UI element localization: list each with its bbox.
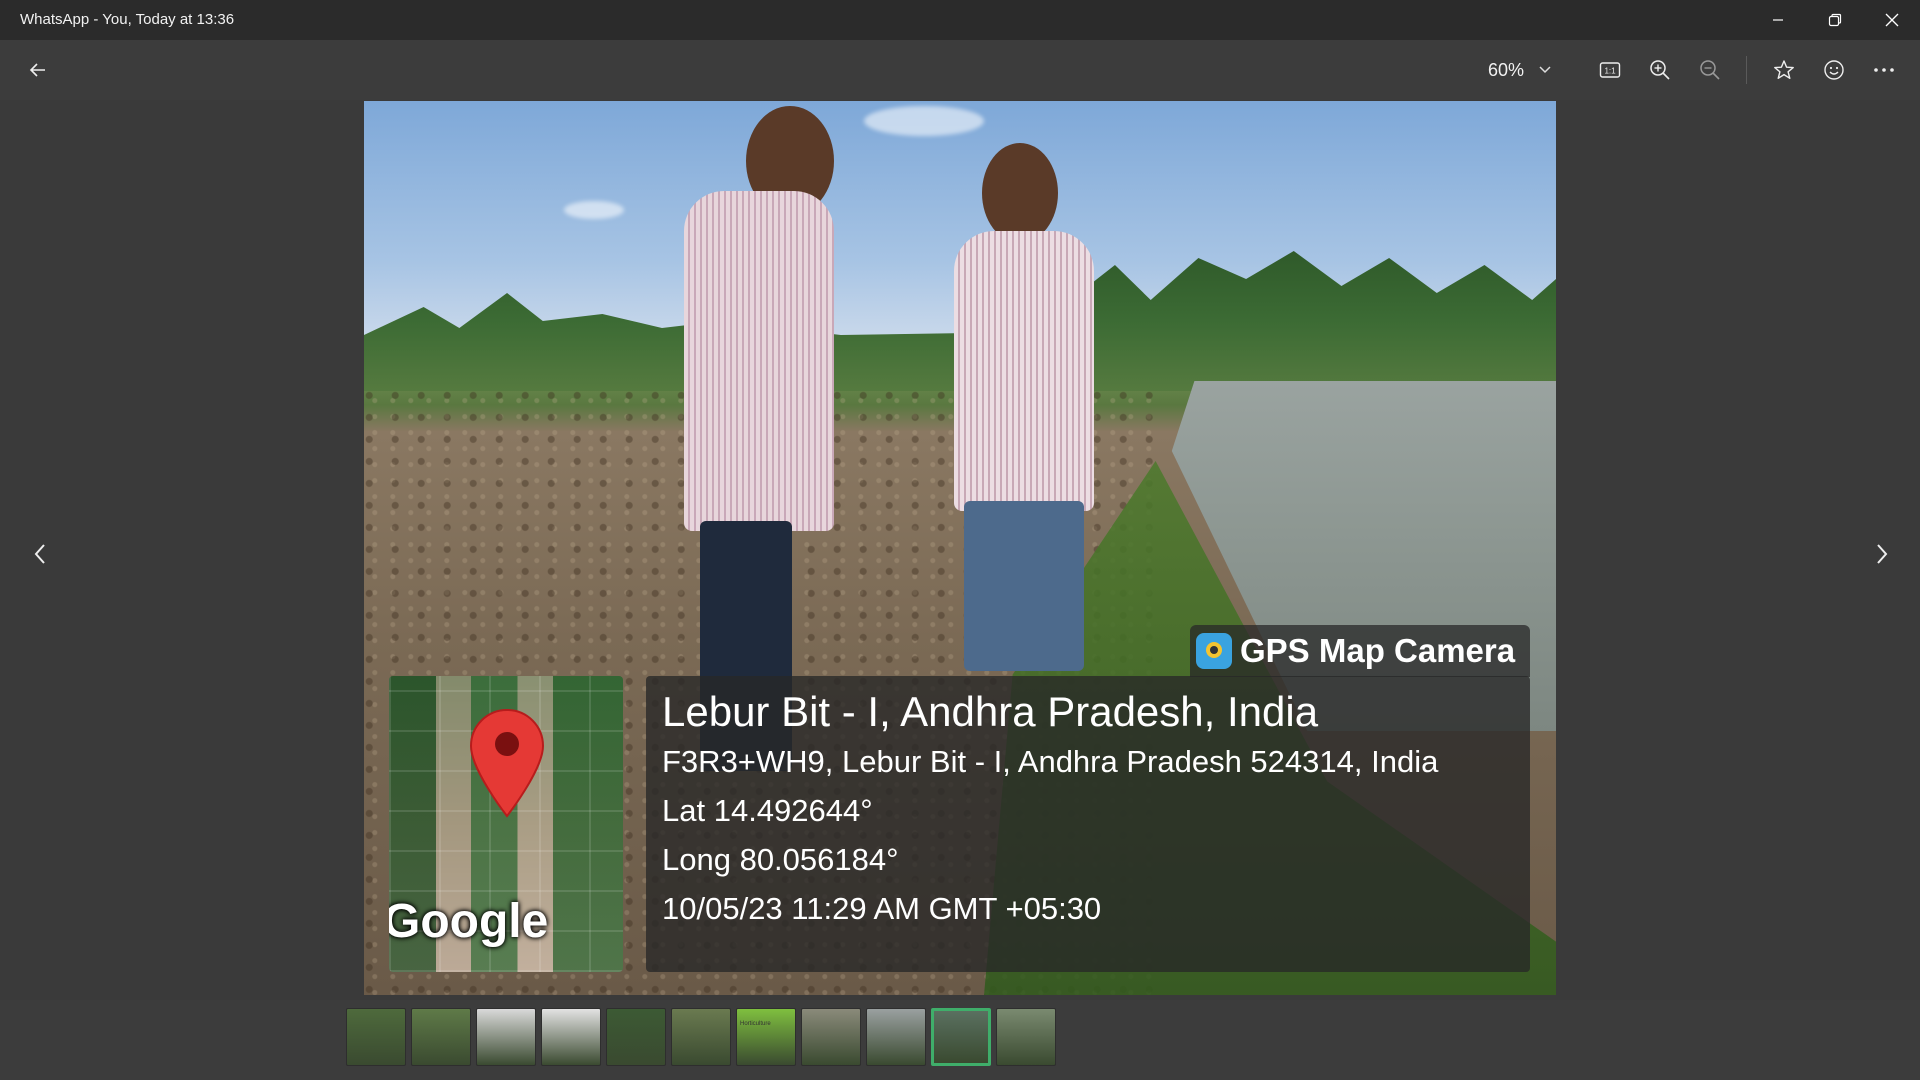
person-head: [982, 143, 1058, 243]
thumbnail[interactable]: [541, 1008, 601, 1066]
thumbnail[interactable]: [866, 1008, 926, 1066]
thumbnail-label: Horticulture: [740, 1021, 771, 1027]
thumbnail[interactable]: [606, 1008, 666, 1066]
close-icon: [1885, 13, 1898, 27]
favorite-button[interactable]: [1764, 50, 1804, 90]
window-title: WhatsApp - You, Today at 13:36: [20, 11, 235, 28]
minimize-icon: [1772, 19, 1783, 21]
chevron-down-icon: [1539, 66, 1551, 74]
zoom-in-button[interactable]: [1640, 50, 1680, 90]
cloud: [564, 201, 624, 219]
thumbnail[interactable]: [346, 1008, 406, 1066]
gps-camera-brand: GPS Map Camera: [1240, 632, 1516, 669]
person-shirt: [684, 191, 834, 531]
chevron-left-icon: [34, 544, 45, 564]
previous-image-button[interactable]: [20, 524, 60, 584]
thumbnail[interactable]: [411, 1008, 471, 1066]
star-icon: [1774, 60, 1794, 79]
cloud: [864, 106, 984, 136]
emoji-icon: [1824, 60, 1844, 80]
zoom-out-icon: [1700, 60, 1720, 80]
google-logo: Google: [389, 895, 549, 948]
gps-camera-watermark: GPS Map Camera: [1190, 625, 1530, 677]
location-address: F3R3+WH9, Lebur Bit - I, Andhra Pradesh …: [662, 744, 1439, 779]
location-map-thumbnail: Google: [389, 676, 623, 972]
gps-camera-logo-icon: [1196, 633, 1232, 669]
close-button[interactable]: [1863, 0, 1920, 40]
restore-button[interactable]: [1806, 0, 1863, 40]
toolbar-divider: [1746, 56, 1747, 84]
react-button[interactable]: [1814, 50, 1854, 90]
thumbnail-strip: Horticulture: [346, 1008, 1056, 1068]
zoom-level-value: 60%: [1488, 59, 1525, 80]
thumbnail[interactable]: [671, 1008, 731, 1066]
actual-size-button[interactable]: 1:1: [1590, 50, 1630, 90]
thumbnail[interactable]: [476, 1008, 536, 1066]
title-bar: WhatsApp - You, Today at 13:36: [0, 0, 1920, 40]
capture-timestamp: 10/05/23 11:29 AM GMT +05:30: [662, 891, 1102, 926]
longitude: Long 80.056184°: [662, 842, 899, 877]
window-controls: [1749, 0, 1920, 40]
zoom-in-icon: [1650, 60, 1670, 80]
person-jeans: [964, 501, 1084, 671]
location-title: Lebur Bit - I, Andhra Pradesh, India: [662, 688, 1319, 735]
chevron-right-icon: [1877, 544, 1888, 564]
zoom-level-selector[interactable]: 60%: [1488, 59, 1552, 81]
person-shirt: [954, 231, 1094, 511]
restore-icon: [1828, 13, 1841, 27]
back-arrow-icon: [29, 63, 45, 77]
thumbnail[interactable]: [801, 1008, 861, 1066]
svg-text:1:1: 1:1: [1604, 67, 1616, 76]
more-options-button[interactable]: [1864, 50, 1904, 90]
back-button[interactable]: [18, 50, 58, 90]
thumbnail[interactable]: Horticulture: [736, 1008, 796, 1066]
more-icon: [1874, 68, 1894, 72]
thumbnail[interactable]: [931, 1008, 991, 1066]
zoom-out-button[interactable]: [1690, 50, 1730, 90]
latitude: Lat 14.492644°: [662, 793, 873, 828]
minimize-button[interactable]: [1749, 0, 1806, 40]
actual-size-icon: 1:1: [1599, 62, 1621, 78]
viewer-toolbar: [0, 40, 1920, 100]
map-pin-icon: [469, 708, 545, 818]
location-info-panel: Lebur Bit - I, Andhra Pradesh, India F3R…: [646, 676, 1530, 972]
thumbnail[interactable]: [996, 1008, 1056, 1066]
next-image-button[interactable]: [1862, 524, 1902, 584]
